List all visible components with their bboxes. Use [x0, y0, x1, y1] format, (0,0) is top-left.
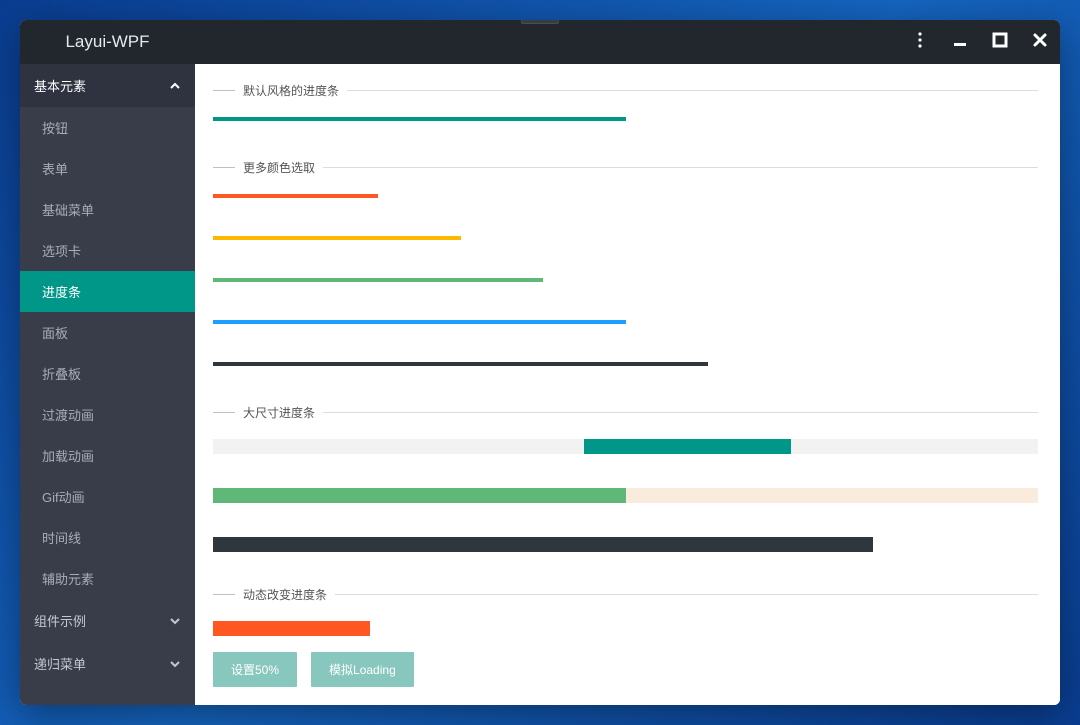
- minimize-icon: [952, 32, 968, 53]
- app-body: 基本元素 按钮 表单 基础菜单 选项卡 进度条 面板 折叠板 过渡动画 加载动画…: [20, 64, 1060, 705]
- set-50-button[interactable]: 设置50%: [213, 652, 297, 687]
- sidebar-group-components[interactable]: 组件示例: [20, 599, 195, 642]
- chevron-down-icon: [169, 658, 181, 670]
- sidebar-item-gif[interactable]: Gif动画: [20, 476, 195, 517]
- minimize-button[interactable]: [940, 20, 980, 64]
- progress-bar: [213, 194, 1038, 198]
- sidebar-item-progress[interactable]: 进度条: [20, 271, 195, 312]
- chevron-up-icon: [169, 80, 181, 92]
- sidebar-item-auxiliary[interactable]: 辅助元素: [20, 558, 195, 599]
- progress-bar: [213, 320, 1038, 324]
- simulate-loading-button[interactable]: 模拟Loading: [311, 652, 414, 687]
- progress-fill: [213, 537, 873, 552]
- section-header: 默认风格的进度条: [213, 82, 1038, 99]
- progress-bar: [213, 278, 1038, 282]
- progress-bar: [213, 362, 1038, 366]
- section-header: 大尺寸进度条: [213, 404, 1038, 421]
- progress-fill: [584, 439, 790, 454]
- more-vertical-icon: [918, 32, 922, 53]
- sidebar-group-label: 组件示例: [34, 611, 86, 630]
- sidebar-group-basic[interactable]: 基本元素: [20, 64, 195, 107]
- maximize-icon: [992, 32, 1008, 53]
- progress-fill: [213, 278, 543, 282]
- progress-bar-large: [213, 488, 1038, 503]
- progress-fill: [213, 621, 370, 636]
- sidebar-item-loading[interactable]: 加载动画: [20, 435, 195, 476]
- maximize-button[interactable]: [980, 20, 1020, 64]
- sidebar-group-recursive[interactable]: 递归菜单: [20, 642, 195, 685]
- section-default-style: 默认风格的进度条: [213, 82, 1038, 121]
- progress-bar-large: [213, 537, 1038, 552]
- section-header: 更多颜色选取: [213, 159, 1038, 176]
- section-more-colors: 更多颜色选取: [213, 159, 1038, 366]
- sidebar-item-transition[interactable]: 过渡动画: [20, 394, 195, 435]
- app-title: Layui-WPF: [20, 32, 195, 52]
- sidebar-group-label: 递归菜单: [34, 654, 86, 673]
- section-title: 默认风格的进度条: [235, 82, 347, 99]
- section-large-size: 大尺寸进度条: [213, 404, 1038, 552]
- chevron-down-icon: [169, 615, 181, 627]
- section-dynamic: 动态改变进度条 设置50% 模拟Loading: [213, 586, 1038, 687]
- button-row: 设置50% 模拟Loading: [213, 652, 1038, 687]
- progress-fill: [213, 236, 461, 240]
- sidebar-item-form[interactable]: 表单: [20, 148, 195, 189]
- progress-fill: [213, 488, 626, 503]
- section-title: 动态改变进度条: [235, 586, 335, 603]
- sidebar-item-collapse[interactable]: 折叠板: [20, 353, 195, 394]
- sidebar-group-label: 基本元素: [34, 76, 86, 95]
- sidebar-item-panel[interactable]: 面板: [20, 312, 195, 353]
- progress-fill: [213, 194, 378, 198]
- progress-bar: [213, 117, 1038, 121]
- progress-fill: [213, 320, 626, 324]
- sidebar-item-timeline[interactable]: 时间线: [20, 517, 195, 558]
- section-title: 更多颜色选取: [235, 159, 323, 176]
- close-button[interactable]: [1020, 20, 1060, 64]
- sidebar-item-basic-menu[interactable]: 基础菜单: [20, 189, 195, 230]
- sidebar-item-button[interactable]: 按钮: [20, 107, 195, 148]
- content-area: 默认风格的进度条 更多颜色选取: [195, 64, 1060, 705]
- close-icon: [1032, 32, 1048, 53]
- title-bar: Layui-WPF: [20, 20, 1060, 64]
- progress-fill: [213, 362, 708, 366]
- progress-fill: [213, 117, 626, 121]
- section-title: 大尺寸进度条: [235, 404, 323, 421]
- app-window: Layui-WPF 基本元素: [20, 20, 1060, 705]
- sidebar: 基本元素 按钮 表单 基础菜单 选项卡 进度条 面板 折叠板 过渡动画 加载动画…: [20, 64, 195, 705]
- progress-bar-large: [213, 439, 1038, 454]
- more-button[interactable]: [900, 20, 940, 64]
- progress-bar: [213, 236, 1038, 240]
- sidebar-item-tabs[interactable]: 选项卡: [20, 230, 195, 271]
- progress-bar-dynamic: [213, 621, 1038, 636]
- section-header: 动态改变进度条: [213, 586, 1038, 603]
